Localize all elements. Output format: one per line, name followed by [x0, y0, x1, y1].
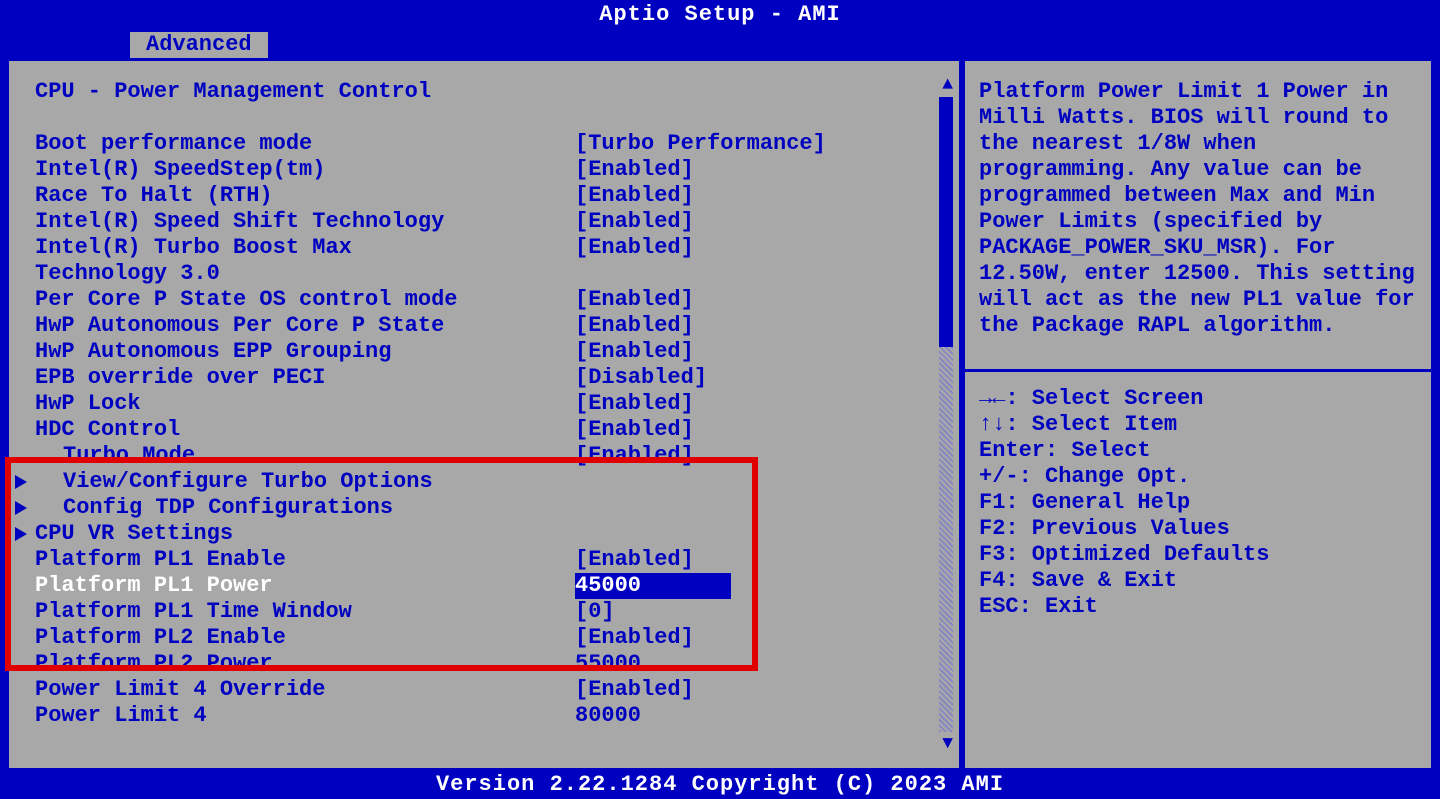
triangle-right-icon — [15, 475, 27, 489]
key-select-screen: →←: Select Screen — [979, 386, 1417, 412]
key-f1: F1: General Help — [979, 490, 1417, 516]
setting-label: Technology 3.0 — [35, 261, 575, 287]
setting-hwp-epp-grouping[interactable]: HwP Autonomous EPP Grouping[Enabled] — [17, 339, 951, 365]
scroll-up-icon[interactable]: ▲ — [942, 75, 953, 95]
setting-label: Platform PL2 Enable — [35, 625, 575, 651]
setting-label: HDC Control — [35, 417, 575, 443]
setting-label: Platform PL2 Power — [35, 651, 575, 677]
setting-value: [Enabled] — [575, 313, 694, 339]
setting-speedstep[interactable]: Intel(R) SpeedStep(tm)[Enabled] — [17, 157, 951, 183]
setting-label: Platform PL1 Enable — [35, 547, 575, 573]
setting-value: [0] — [575, 599, 615, 625]
setting-value: [Enabled] — [575, 547, 694, 573]
setting-platform-pl1-power[interactable]: Platform PL1 Power45000 — [17, 573, 951, 599]
blank-line — [17, 105, 951, 131]
bios-title-bar: Aptio Setup - AMI — [0, 0, 1440, 30]
setting-value: [Enabled] — [575, 391, 694, 417]
setting-platform-pl1-time[interactable]: Platform PL1 Time Window[0] — [17, 599, 951, 625]
setting-value: [Disabled] — [575, 365, 707, 391]
submenu-label: CPU VR Settings — [35, 521, 233, 546]
setting-value: 45000 — [575, 573, 731, 599]
submenu-label: Config TDP Configurations — [63, 495, 393, 520]
setting-platform-pl2-power[interactable]: Platform PL2 Power55000 — [17, 651, 951, 677]
setting-label: Per Core P State OS control mode — [35, 287, 575, 313]
setting-value: [Enabled] — [575, 157, 694, 183]
setting-platform-pl2-enable[interactable]: Platform PL2 Enable[Enabled] — [17, 625, 951, 651]
setting-label: Race To Halt (RTH) — [35, 183, 575, 209]
help-text: Platform Power Limit 1 Power in Milli Wa… — [979, 79, 1417, 339]
setting-power-limit-4-override[interactable]: Power Limit 4 Override[Enabled] — [17, 677, 951, 703]
key-select-item: ↑↓: Select Item — [979, 412, 1417, 438]
setting-label: Power Limit 4 Override — [35, 677, 575, 703]
setting-value: [Turbo Performance] — [575, 131, 826, 157]
submenu-cpu-vr-settings[interactable]: CPU VR Settings — [17, 521, 951, 547]
help-divider — [965, 369, 1431, 372]
setting-value: [Enabled] — [575, 287, 694, 313]
setting-value: [Enabled] — [575, 183, 694, 209]
key-legend: →←: Select Screen ↑↓: Select Item Enter:… — [979, 386, 1417, 620]
setting-label: Boot performance mode — [35, 131, 575, 157]
bios-title: Aptio Setup - AMI — [599, 2, 840, 27]
setting-label: Turbo Mode — [35, 443, 575, 469]
setting-epb-override[interactable]: EPB override over PECI[Disabled] — [17, 365, 951, 391]
setting-platform-pl1-enable[interactable]: Platform PL1 Enable[Enabled] — [17, 547, 951, 573]
setting-label: HwP Autonomous EPP Grouping — [35, 339, 575, 365]
setting-hdc-control[interactable]: HDC Control[Enabled] — [17, 417, 951, 443]
help-pane: Platform Power Limit 1 Power in Milli Wa… — [962, 58, 1434, 771]
key-enter: Enter: Select — [979, 438, 1417, 464]
key-f3: F3: Optimized Defaults — [979, 542, 1417, 568]
setting-value: [Enabled] — [575, 625, 694, 651]
setting-value: [Enabled] — [575, 417, 694, 443]
setting-hwp-lock[interactable]: HwP Lock[Enabled] — [17, 391, 951, 417]
tab-advanced[interactable]: Advanced — [128, 30, 270, 58]
setting-label: Power Limit 4 — [35, 703, 575, 729]
setting-boot-perf-mode[interactable]: Boot performance mode[Turbo Performance] — [17, 131, 951, 157]
setting-value: [Enabled] — [575, 339, 694, 365]
setting-value: [Enabled] — [575, 443, 694, 469]
setting-label: Intel(R) Speed Shift Technology — [35, 209, 575, 235]
setting-label: EPB override over PECI — [35, 365, 575, 391]
key-esc: ESC: Exit — [979, 594, 1417, 620]
triangle-right-icon — [15, 527, 27, 541]
footer-text: Version 2.22.1284 Copyright (C) 2023 AMI — [436, 772, 1004, 797]
setting-turbo-mode[interactable]: Turbo Mode[Enabled] — [17, 443, 951, 469]
key-change-opt: +/-: Change Opt. — [979, 464, 1417, 490]
setting-label: Intel(R) Turbo Boost Max — [35, 235, 575, 261]
setting-label: Platform PL1 Time Window — [35, 599, 575, 625]
key-f2: F2: Previous Values — [979, 516, 1417, 542]
section-heading: CPU - Power Management Control — [17, 79, 951, 105]
setting-label: Platform PL1 Power — [35, 573, 575, 599]
setting-label: HwP Autonomous Per Core P State — [35, 313, 575, 339]
setting-technology-30: Technology 3.0 — [17, 261, 951, 287]
setting-value: [Enabled] — [575, 677, 694, 703]
setting-value: [Enabled] — [575, 235, 694, 261]
submenu-view-turbo-options[interactable]: View/Configure Turbo Options — [17, 469, 951, 495]
setting-power-limit-4[interactable]: Power Limit 480000 — [17, 703, 951, 729]
setting-speed-shift[interactable]: Intel(R) Speed Shift Technology[Enabled] — [17, 209, 951, 235]
triangle-right-icon — [15, 501, 27, 515]
setting-label: HwP Lock — [35, 391, 575, 417]
setting-race-to-halt[interactable]: Race To Halt (RTH)[Enabled] — [17, 183, 951, 209]
setting-value: 80000 — [575, 703, 641, 729]
setting-value: 55000 — [575, 651, 641, 677]
bios-footer: Version 2.22.1284 Copyright (C) 2023 AMI — [0, 771, 1440, 799]
setting-value: [Enabled] — [575, 209, 694, 235]
setting-per-core-pstate[interactable]: Per Core P State OS control mode[Enabled… — [17, 287, 951, 313]
setting-label: Intel(R) SpeedStep(tm) — [35, 157, 575, 183]
settings-pane: CPU - Power Management Control Boot perf… — [6, 58, 962, 771]
submenu-config-tdp[interactable]: Config TDP Configurations — [17, 495, 951, 521]
submenu-label: View/Configure Turbo Options — [63, 469, 433, 494]
scroll-down-icon[interactable]: ▼ — [942, 734, 953, 754]
setting-hwp-auto-per-core[interactable]: HwP Autonomous Per Core P State[Enabled] — [17, 313, 951, 339]
main-container: CPU - Power Management Control Boot perf… — [6, 58, 1434, 771]
scrollbar-thumb[interactable] — [939, 97, 953, 347]
tab-label: Advanced — [146, 32, 252, 57]
setting-turbo-boost-max[interactable]: Intel(R) Turbo Boost Max[Enabled] — [17, 235, 951, 261]
key-f4: F4: Save & Exit — [979, 568, 1417, 594]
